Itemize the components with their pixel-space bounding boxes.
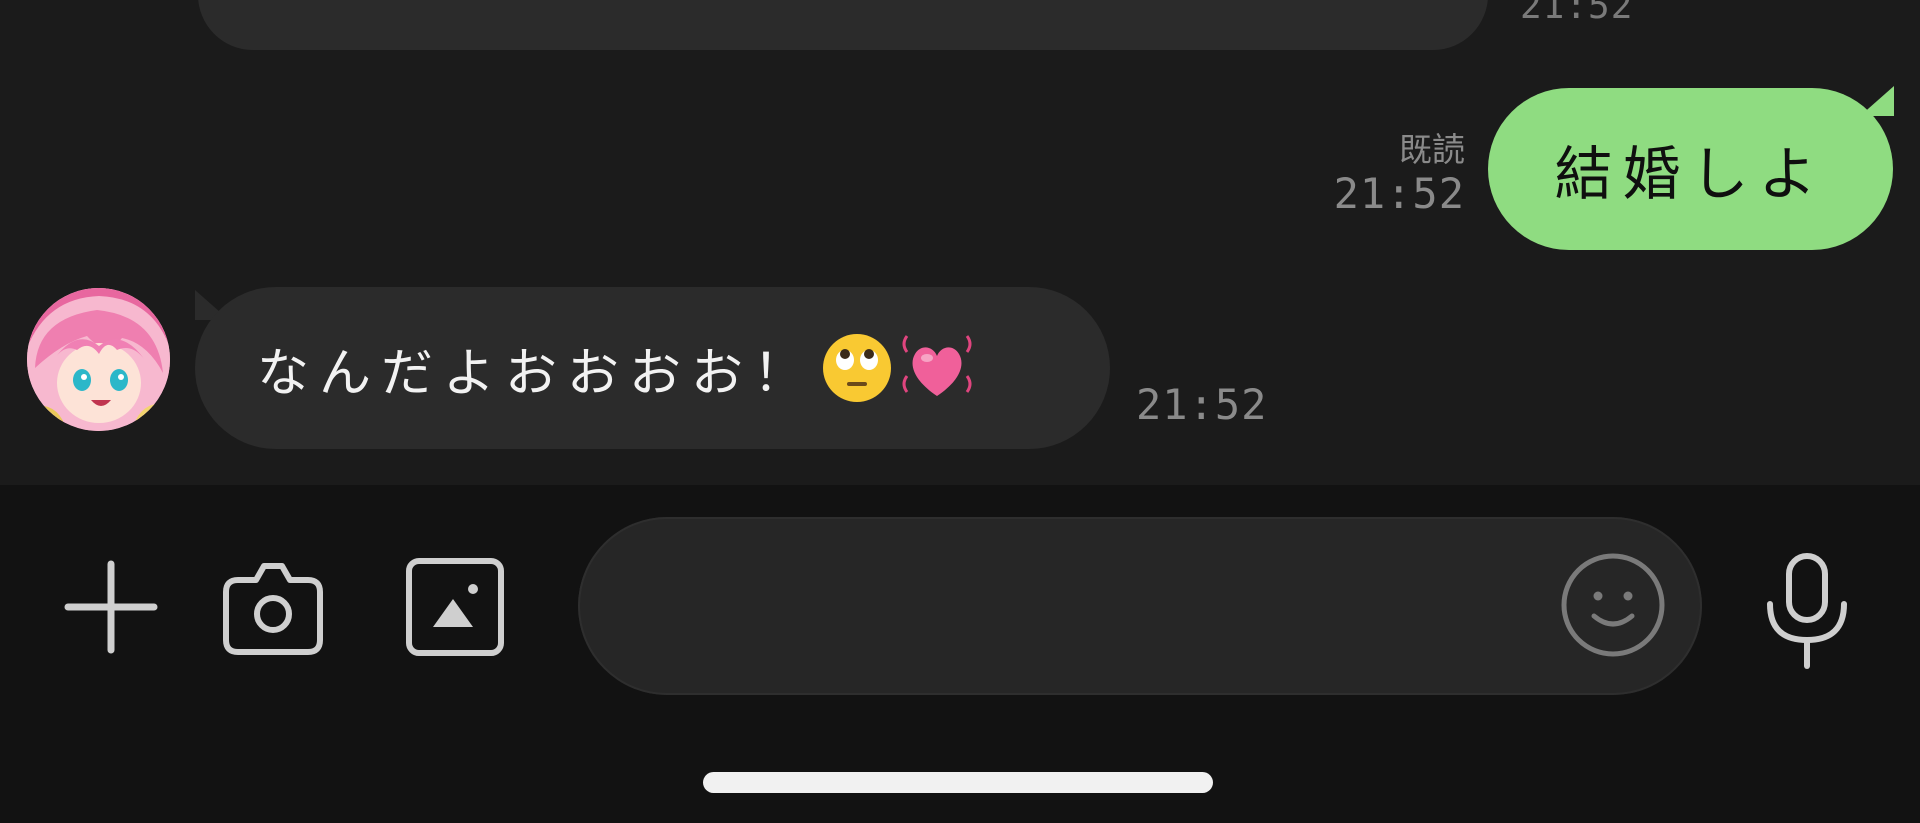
- camera-button[interactable]: [218, 552, 328, 662]
- previous-message-time: 21:52: [1520, 0, 1634, 27]
- add-attachment-button[interactable]: [62, 558, 160, 656]
- message-input-field[interactable]: [578, 517, 1702, 697]
- emoji-button[interactable]: [1558, 550, 1668, 660]
- message-list[interactable]: 21:52 既読 21:52 結婚しよ なんだよおおおお！ 21:52: [0, 0, 1920, 485]
- outgoing-message-bubble[interactable]: 結婚しよ: [1488, 88, 1893, 250]
- camera-icon: [223, 563, 323, 655]
- avatar-image: [27, 288, 170, 431]
- outgoing-message-text: 結婚しよ: [1554, 140, 1827, 208]
- outgoing-message-time: 21:52: [1333, 169, 1465, 218]
- microphone-icon: [1767, 553, 1847, 669]
- message-input[interactable]: [648, 517, 1552, 697]
- incoming-message-bubble[interactable]: なんだよおおおお！: [195, 287, 1110, 449]
- plus-icon: [64, 560, 158, 654]
- home-indicator[interactable]: [703, 772, 1213, 793]
- previous-message-bubble[interactable]: [198, 0, 1488, 50]
- outgoing-message-meta: 既読 21:52: [1334, 130, 1465, 218]
- image-icon: [406, 558, 504, 656]
- chat-screen: 21:52 既読 21:52 結婚しよ なんだよおおおお！ 21:52: [0, 0, 1920, 823]
- image-button[interactable]: [403, 555, 507, 659]
- read-receipt: 既読: [1399, 130, 1465, 169]
- beating-heart-emoji: [902, 335, 972, 396]
- face-with-rolling-eyes-emoji: [823, 334, 892, 402]
- incoming-message-text: なんだよおおおお！: [257, 343, 816, 404]
- avatar[interactable]: [27, 288, 170, 431]
- microphone-button[interactable]: [1760, 552, 1854, 670]
- incoming-message-time: 21:52: [1136, 380, 1268, 429]
- smile-icon: [1561, 553, 1665, 657]
